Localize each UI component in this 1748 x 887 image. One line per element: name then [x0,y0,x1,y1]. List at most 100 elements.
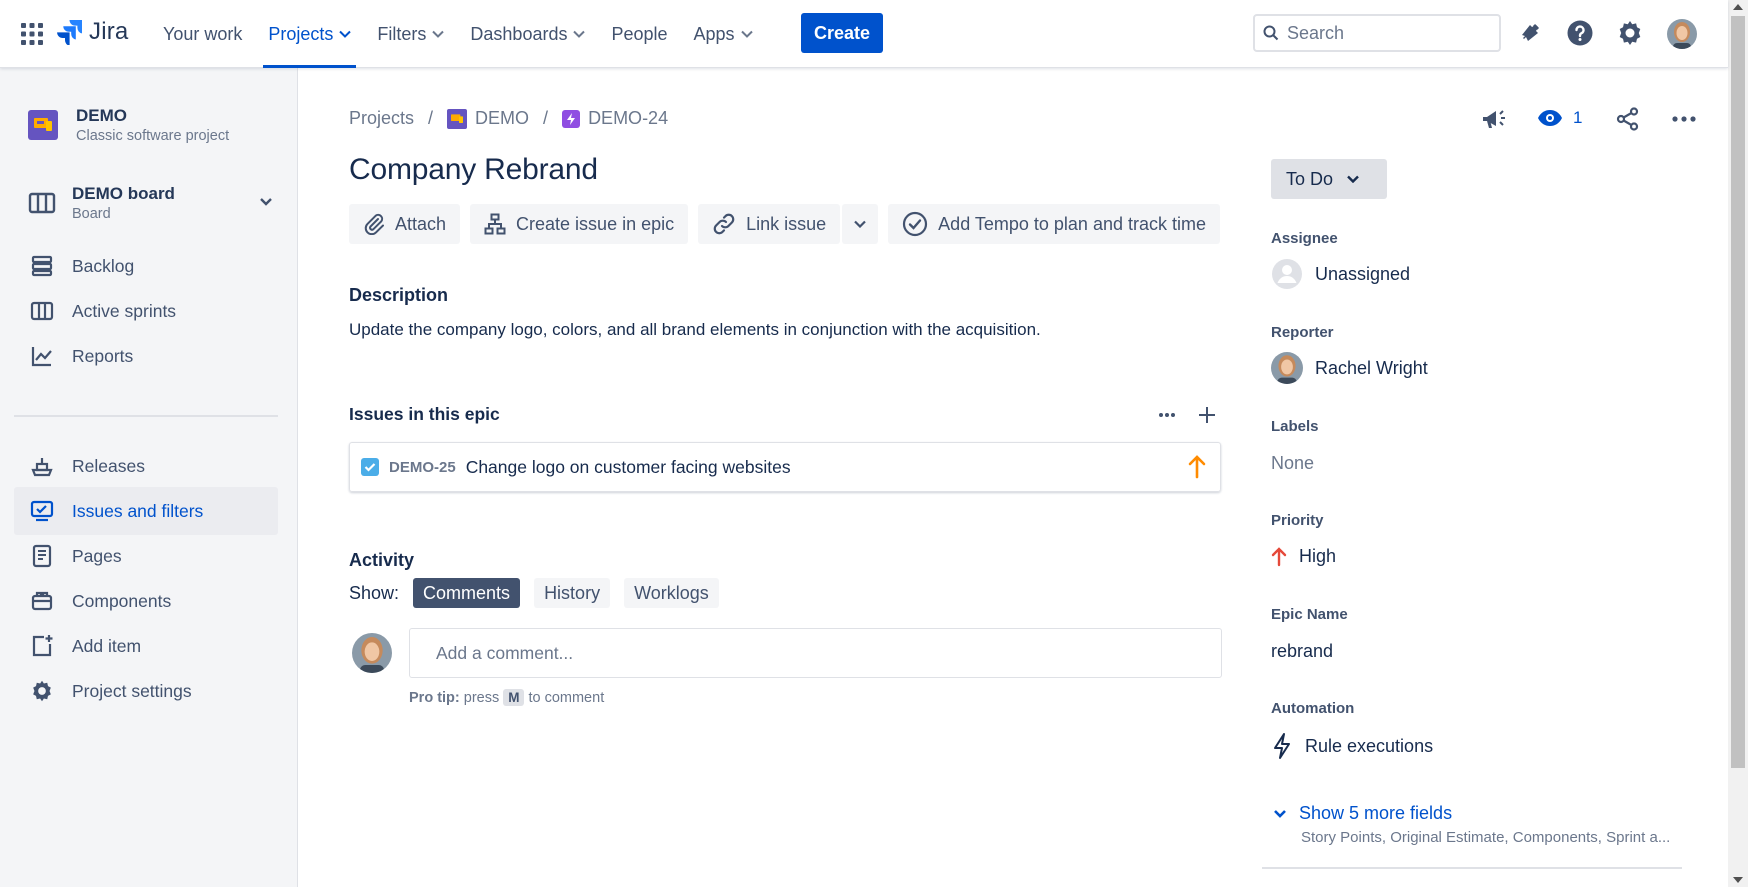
sidebar-item-project-settings[interactable]: Project settings [14,667,278,715]
nav-label: Apps [693,23,735,44]
sidebar-item-issues-and-filters[interactable]: Issues and filters [14,487,278,535]
profile-avatar[interactable] [1667,19,1697,49]
tab-history[interactable]: History [534,578,611,608]
page-scrollbar[interactable] [1728,0,1748,887]
link-issue-dropdown-button[interactable] [842,204,879,244]
priority-field[interactable]: High [1271,546,1336,567]
sidebar-item-active-sprints[interactable]: Active sprints [14,287,278,335]
description-text[interactable]: Update the company logo, colors, and all… [349,320,1041,340]
reporter-label: Reporter [1271,324,1334,341]
more-options-icon[interactable] [1158,412,1176,418]
epic-issue-key[interactable]: DEMO-25 [389,459,456,476]
nav-label: Dashboards [470,23,568,44]
add-icon[interactable] [1198,406,1216,424]
create-issue-in-epic-label: Create issue in epic [516,213,675,234]
chevron-down-icon [740,30,753,38]
breadcrumb: Projects / DEMO / DEMO-24 [349,108,668,129]
epic-name-value: rebrand [1271,641,1334,661]
show-more-fields-button[interactable]: Show 5 more fields [1273,803,1452,824]
nav-apps[interactable]: Apps [681,0,766,68]
priority-value: High [1299,546,1337,566]
breadcrumb-projects[interactable]: Projects [349,108,414,129]
labels-label: Labels [1271,418,1319,435]
search-input[interactable] [1287,22,1477,44]
board-selector[interactable]: DEMO board Board [28,184,273,222]
sidebar-item-label: Active sprints [72,300,177,321]
status-dropdown[interactable]: To Do [1271,159,1387,199]
sidebar-item-label: Components [72,590,172,611]
sidebar-item-reports[interactable]: Reports [14,332,278,380]
epic-issue-row[interactable]: DEMO-25 Change logo on customer facing w… [349,442,1221,492]
backlog-icon [31,255,53,277]
nav-projects[interactable]: Projects [255,0,364,68]
sidebar-item-components[interactable]: Components [14,577,278,625]
reports-icon [31,347,52,367]
primary-nav: Your work Projects Filters Dashboards Pe… [150,0,766,68]
watchers-button[interactable]: 1 [1537,108,1582,128]
more-actions-icon[interactable] [1672,116,1696,122]
comment-input[interactable]: Add a comment... [409,628,1222,678]
releases-icon [31,458,53,477]
search-field[interactable] [1253,14,1501,52]
issue-title[interactable]: Company Rebrand [349,153,598,187]
app-switcher-icon[interactable] [20,22,44,46]
sidebar-item-backlog[interactable]: Backlog [14,242,278,290]
chevron-down-icon [854,220,866,228]
sidebar-item-pages[interactable]: Pages [14,532,278,580]
rule-executions-link[interactable]: Rule executions [1271,732,1433,760]
reporter-field[interactable]: Rachel Wright [1271,352,1428,384]
issues-in-epic-heading: Issues in this epic [349,404,500,424]
chevron-down-icon [1274,809,1286,818]
share-icon[interactable] [1616,107,1640,131]
project-avatar-icon [28,110,58,140]
notifications-icon[interactable] [1516,19,1544,47]
lightning-icon [1274,733,1290,759]
add-tempo-button[interactable]: Add Tempo to plan and track time [888,204,1220,244]
automation-value: Rule executions [1305,735,1434,756]
sidebar-item-add-item[interactable]: Add item [14,622,278,670]
breadcrumb-issue[interactable]: DEMO-24 [562,108,668,129]
project-avatar-icon [447,108,468,129]
epic-name-field[interactable]: rebrand [1271,641,1333,662]
create-issue-in-epic-button[interactable]: Create issue in epic [470,204,689,244]
chevron-down-icon [432,30,445,38]
sidebar-item-label: Releases [72,455,145,476]
sidebar-item-releases[interactable]: Releases [14,442,278,490]
labels-field[interactable]: None [1271,453,1314,474]
chevron-down-icon [573,30,586,38]
nav-dashboards[interactable]: Dashboards [457,0,598,68]
project-header[interactable]: DEMO Classic software project [28,106,229,144]
link-issue-button[interactable]: Link issue [698,204,841,244]
tab-comments[interactable]: Comments [413,578,521,608]
attach-button[interactable]: Attach [349,204,461,244]
attach-label: Attach [395,213,447,234]
labels-value: None [1271,453,1315,473]
add-item-icon [32,635,53,657]
activity-filter: Show: Comments History Worklogs [349,578,719,608]
sidebar-item-label: Pages [72,545,122,566]
assignee-value: Unassigned [1315,263,1411,284]
jira-logo[interactable]: Jira [57,18,128,46]
top-navigation-bar: Jira Your work Projects Filters Dashboar… [0,0,1728,68]
create-button[interactable]: Create [801,13,883,53]
help-icon[interactable] [1566,19,1594,47]
search-icon [1263,25,1279,41]
settings-icon[interactable] [1616,19,1644,47]
nav-label: Projects [268,23,334,44]
shortcut-key: M [503,689,525,706]
scrollbar-thumb[interactable] [1731,16,1745,768]
breadcrumb-project[interactable]: DEMO [447,108,529,129]
reporter-value: Rachel Wright [1315,357,1428,378]
scroll-up-icon[interactable] [1733,4,1743,10]
tab-worklogs[interactable]: Worklogs [624,578,719,608]
feedback-icon[interactable] [1480,106,1506,132]
tempo-check-icon [903,211,928,237]
nav-people[interactable]: People [598,0,680,68]
nav-filters[interactable]: Filters [364,0,457,68]
assignee-field[interactable]: Unassigned [1271,258,1410,290]
scroll-down-icon[interactable] [1733,877,1743,883]
nav-label: Your work [163,23,243,44]
board-sub: Board [72,206,111,222]
nav-your-work[interactable]: Your work [150,0,255,68]
epic-issue-summary[interactable]: Change logo on customer facing websites [466,457,791,478]
